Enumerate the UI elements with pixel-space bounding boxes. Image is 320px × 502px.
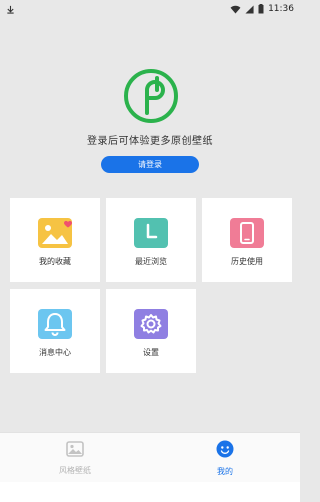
tab-mine[interactable]: 我的 (150, 433, 300, 483)
tab-bar: 风格壁纸 我的 (0, 432, 300, 482)
wallpaper-icon (66, 440, 84, 461)
system-nav-bar (0, 482, 300, 502)
menu-label: 设置 (143, 348, 159, 357)
battery-icon (258, 4, 264, 14)
menu-label: 消息中心 (39, 348, 71, 357)
status-bar: 11:36 (0, 0, 300, 18)
login-hint: 登录后可体验更多原创壁纸 (87, 136, 213, 147)
menu-item-history[interactable]: 历史使用 (202, 198, 292, 282)
menu-item-messages[interactable]: 消息中心 (10, 289, 100, 373)
signal-icon (245, 4, 254, 14)
menu-label: 历史使用 (231, 257, 263, 266)
gear-icon (134, 309, 168, 339)
status-time: 11:36 (268, 4, 294, 14)
tab-label: 风格壁纸 (59, 465, 91, 475)
menu-label: 最近浏览 (135, 257, 167, 266)
menu-item-recent[interactable]: 最近浏览 (106, 198, 196, 282)
recent-clock-icon (134, 218, 168, 248)
menu-item-favorites[interactable]: 我的收藏 (10, 198, 100, 282)
favorites-image-icon (38, 218, 72, 248)
download-icon (6, 5, 15, 14)
login-button[interactable]: 请登录 (101, 156, 199, 173)
profile-icon (216, 440, 234, 462)
tab-wallpapers[interactable]: 风格壁纸 (0, 433, 150, 483)
menu-label: 我的收藏 (39, 257, 71, 266)
bell-icon (38, 309, 72, 339)
history-phone-icon (230, 218, 264, 248)
menu-item-settings[interactable]: 设置 (106, 289, 196, 373)
app-logo (123, 68, 179, 124)
tab-label: 我的 (217, 466, 233, 476)
wifi-icon (230, 5, 241, 14)
